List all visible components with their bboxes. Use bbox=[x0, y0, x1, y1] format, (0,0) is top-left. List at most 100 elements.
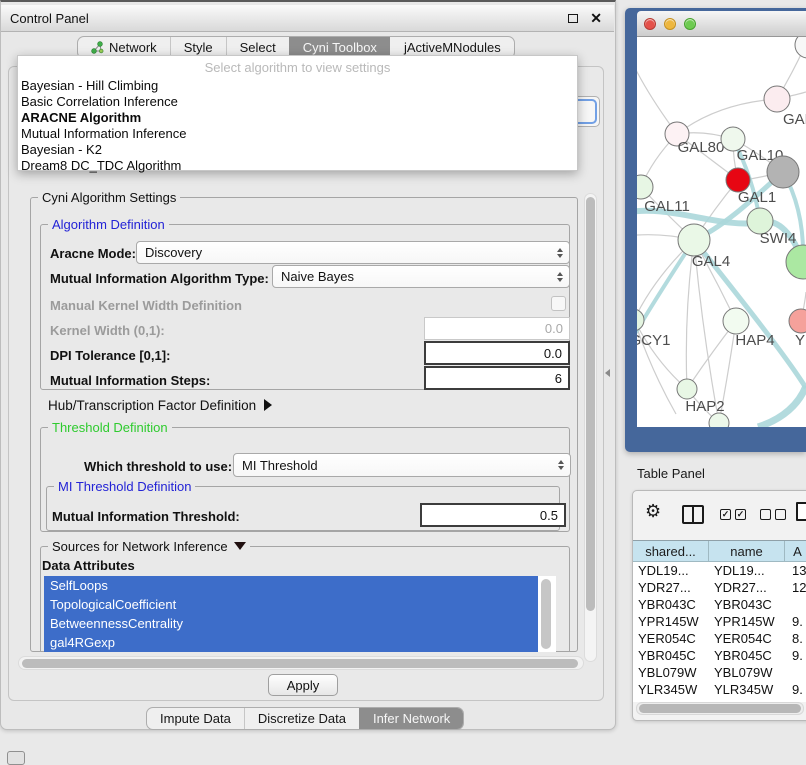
network-node-gcy1[interactable] bbox=[637, 309, 644, 331]
mi-steps-field[interactable]: 6 bbox=[424, 366, 570, 390]
close-traffic-light[interactable] bbox=[644, 18, 656, 30]
algorithm-option[interactable]: Basic Correlation Inference bbox=[18, 94, 577, 110]
aracne-mode-combobox[interactable]: Discovery bbox=[136, 241, 570, 264]
data-attribute-item[interactable]: SelfLoops bbox=[44, 576, 538, 595]
table-row[interactable]: YBL079WYBL079W bbox=[633, 664, 806, 681]
column-header-partial[interactable]: A bbox=[785, 541, 806, 561]
group-threshold-title: Threshold Definition bbox=[48, 420, 172, 435]
table-hscrollbar-thumb[interactable] bbox=[639, 704, 801, 713]
close-icon[interactable]: ✕ bbox=[590, 11, 602, 25]
table-hscrollbar[interactable] bbox=[636, 702, 804, 715]
algorithm-option[interactable]: ARACNE Algorithm bbox=[18, 110, 577, 126]
settings-hscrollbar[interactable] bbox=[18, 656, 584, 670]
mi-steps-label: Mutual Information Steps: bbox=[50, 373, 210, 388]
algorithm-option[interactable]: Dream8 DC_TDC Algorithm bbox=[18, 158, 577, 174]
network-node-label: HAP2 bbox=[685, 398, 724, 415]
table-cell: YBR045C bbox=[633, 648, 709, 663]
network-canvas[interactable]: GALGAL80GAL10GAL1GAL11SWI4GAL4GCY1HAP4YH… bbox=[637, 37, 806, 427]
float-icon[interactable] bbox=[568, 14, 578, 23]
network-node[interactable] bbox=[795, 37, 806, 58]
network-icon bbox=[91, 41, 104, 54]
table-panel-title: Table Panel bbox=[637, 466, 705, 481]
algorithm-dropdown[interactable]: Select algorithm to view settings Bayesi… bbox=[17, 55, 578, 171]
minimize-traffic-light[interactable] bbox=[664, 18, 676, 30]
unchecked-checkbox-icon[interactable] bbox=[760, 509, 771, 520]
table-cell: 12 bbox=[785, 580, 806, 595]
gear-icon[interactable]: ⚙ bbox=[645, 502, 661, 520]
settings-vscrollbar-thumb[interactable] bbox=[586, 197, 595, 611]
attr-items: SelfLoopsTopologicalCoefficientBetweenne… bbox=[44, 576, 556, 652]
column-header-shared-name[interactable]: shared... bbox=[633, 541, 709, 561]
bottom-tabbar: Impute Data Discretize Data Infer Networ… bbox=[146, 707, 464, 730]
tab-infer-network[interactable]: Infer Network bbox=[359, 708, 463, 729]
table-cell: YBR043C bbox=[633, 597, 709, 612]
table-cell: YLR345W bbox=[633, 682, 709, 697]
apply-button[interactable]: Apply bbox=[268, 674, 338, 696]
zoom-traffic-light[interactable] bbox=[684, 18, 696, 30]
network-node-hap4[interactable] bbox=[723, 308, 749, 334]
table-row[interactable]: YER054CYER054C8. bbox=[633, 630, 806, 647]
algorithm-option[interactable]: Bayesian - K2 bbox=[18, 142, 577, 158]
network-node[interactable] bbox=[709, 413, 729, 427]
table-row[interactable]: YDR27...YDR27...12 bbox=[633, 579, 806, 596]
table-row[interactable]: YPR145WYPR145W9. bbox=[633, 613, 806, 630]
table-cell: YDL19... bbox=[633, 563, 709, 578]
combo-spinner-icon bbox=[552, 248, 569, 258]
data-attribute-item[interactable]: gal4RGexp bbox=[44, 633, 538, 652]
algorithm-option[interactable]: Bayesian - Hill Climbing bbox=[18, 78, 577, 94]
tab-discretize-data[interactable]: Discretize Data bbox=[244, 708, 359, 729]
network-node-label: GAL bbox=[783, 111, 806, 128]
mi-type-label: Mutual Information Algorithm Type: bbox=[50, 271, 269, 286]
data-attribute-item[interactable]: BetweennessCentrality bbox=[44, 614, 538, 633]
chevron-down-icon bbox=[234, 542, 246, 550]
aracne-mode-label: Aracne Mode: bbox=[50, 246, 136, 261]
combo-spinner-icon bbox=[552, 272, 569, 282]
checked-checkbox-icon[interactable]: ✓ bbox=[735, 509, 746, 520]
mi-threshold-field[interactable]: 0.5 bbox=[420, 503, 566, 527]
which-threshold-combobox[interactable]: MI Threshold bbox=[233, 453, 571, 477]
table-cell: YDR27... bbox=[633, 580, 709, 595]
settings-hscrollbar-thumb[interactable] bbox=[22, 659, 578, 668]
settings-vscrollbar[interactable] bbox=[584, 193, 597, 662]
manual-kernel-checkbox[interactable] bbox=[551, 296, 566, 311]
table-cell: YDR27... bbox=[709, 580, 785, 595]
network-node[interactable] bbox=[786, 245, 806, 279]
split-pane-arrow[interactable] bbox=[605, 369, 610, 377]
minimized-panel-icon[interactable] bbox=[7, 751, 25, 765]
table-header: shared... name A bbox=[633, 540, 806, 562]
sources-toggle[interactable]: Sources for Network Inference bbox=[48, 539, 250, 554]
attr-list-scrollbar-thumb[interactable] bbox=[541, 579, 551, 649]
hub-definition-toggle[interactable]: Hub/Transcription Factor Definition bbox=[48, 398, 272, 413]
table-row[interactable]: YDL19...YDL19...13 bbox=[633, 562, 806, 579]
mi-type-combobox[interactable]: Naive Bayes bbox=[272, 265, 570, 288]
network-node-hap2[interactable] bbox=[677, 379, 697, 399]
network-node-gal4[interactable] bbox=[678, 224, 710, 256]
network-node-gal11[interactable] bbox=[637, 175, 653, 199]
data-attribute-item[interactable]: TopologicalCoefficient bbox=[44, 595, 538, 614]
table-row[interactable]: YLR345WYLR345W9. bbox=[633, 681, 806, 698]
table-cell: 9. bbox=[785, 614, 806, 629]
unchecked-checkbox-icon[interactable] bbox=[775, 509, 786, 520]
table-row[interactable]: YBR045CYBR045C9. bbox=[633, 647, 806, 664]
group-cyni-settings-title: Cyni Algorithm Settings bbox=[38, 190, 180, 205]
tab-impute-data[interactable]: Impute Data bbox=[147, 708, 244, 729]
group-mi-threshold-title: MI Threshold Definition bbox=[54, 479, 195, 494]
network-node-y[interactable] bbox=[789, 309, 806, 333]
table-body[interactable]: YDL19...YDL19...13YDR27...YDR27...12YBR0… bbox=[633, 562, 806, 702]
network-node-gal[interactable] bbox=[764, 86, 790, 112]
page-icon[interactable] bbox=[796, 502, 806, 521]
checked-checkbox-icon[interactable]: ✓ bbox=[720, 509, 731, 520]
table-cell: YBL079W bbox=[633, 665, 709, 680]
kernel-width-field[interactable]: 0.0 bbox=[424, 317, 570, 340]
table-cell: 8. bbox=[785, 631, 806, 646]
split-columns-icon[interactable] bbox=[682, 505, 704, 524]
column-header-name[interactable]: name bbox=[709, 541, 785, 561]
network-node[interactable] bbox=[767, 156, 799, 188]
table-cell: YBR043C bbox=[709, 597, 785, 612]
network-node-label: Y bbox=[795, 332, 805, 349]
data-attributes-list[interactable]: SelfLoopsTopologicalCoefficientBetweenne… bbox=[44, 576, 556, 652]
network-titlebar[interactable] bbox=[637, 11, 806, 37]
dpi-tolerance-field[interactable]: 0.0 bbox=[424, 341, 570, 365]
table-row[interactable]: YBR043CYBR043C bbox=[633, 596, 806, 613]
algorithm-option[interactable]: Mutual Information Inference bbox=[18, 126, 577, 142]
